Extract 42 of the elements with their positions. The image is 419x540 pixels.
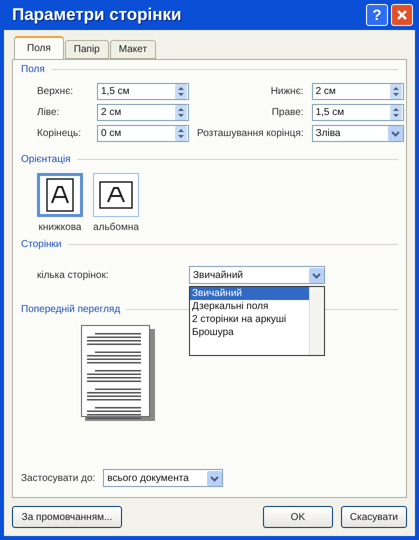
spin-field[interactable]: 1,5 см <box>312 104 404 121</box>
default-button[interactable]: За промовчанням... <box>12 506 122 528</box>
tab[interactable]: Макет <box>110 40 156 59</box>
dropdown-option[interactable]: Брошура <box>190 326 309 339</box>
page-letter-icon <box>99 181 133 209</box>
spinner-icon[interactable] <box>390 105 402 120</box>
dropdown-option[interactable]: 2 сторінки на аркуші <box>190 313 309 326</box>
close-icon <box>396 9 408 21</box>
field-label: Нижнє: <box>270 86 304 97</box>
page-letter-icon <box>46 178 74 212</box>
field-label: Праве: <box>270 107 304 118</box>
ok-button[interactable]: OK <box>262 506 333 528</box>
spinner-icon[interactable] <box>175 126 187 141</box>
group-title: Сторінки <box>21 239 62 250</box>
group-title: Поля <box>21 64 45 75</box>
spin-field[interactable]: 1,5 см <box>97 83 189 100</box>
window-title: Параметри сторінки <box>12 5 182 25</box>
dropdown-option[interactable]: Звичайний <box>190 287 309 300</box>
spinner-icon[interactable] <box>175 105 187 120</box>
tab[interactable]: Папір <box>64 40 109 59</box>
spin-field[interactable]: 0 см <box>97 125 189 142</box>
dropdown-field[interactable]: Звичайний <box>189 266 325 284</box>
dropdown-field[interactable]: Зліва <box>312 125 404 142</box>
dropdown-field[interactable]: всього документа <box>103 469 224 487</box>
spinner-icon[interactable] <box>175 84 187 99</box>
cancel-button[interactable]: Скасувати <box>340 506 407 528</box>
close-button[interactable] <box>391 4 413 26</box>
field-label: Верхнє: <box>37 86 74 97</box>
dropdown-option[interactable]: Дзеркальні поля <box>190 300 309 313</box>
spinner-icon[interactable] <box>390 84 402 99</box>
spin-field[interactable]: 2 см <box>97 104 189 121</box>
field-label: кілька сторінок: <box>37 270 110 280</box>
field-label: Ліве: <box>37 107 60 118</box>
tab[interactable]: Поля <box>14 36 64 59</box>
field-label: Корінець: <box>37 128 82 139</box>
group-title: Орієнтація <box>21 154 71 165</box>
spin-field[interactable]: 2 см <box>312 83 404 100</box>
field-label: Застосувати до: <box>21 472 96 484</box>
help-button[interactable]: ? <box>366 4 388 26</box>
scrollbar[interactable] <box>309 287 324 355</box>
group-title: Попередній перегляд <box>21 304 120 315</box>
field-label: Розташування корінця: <box>197 128 304 139</box>
